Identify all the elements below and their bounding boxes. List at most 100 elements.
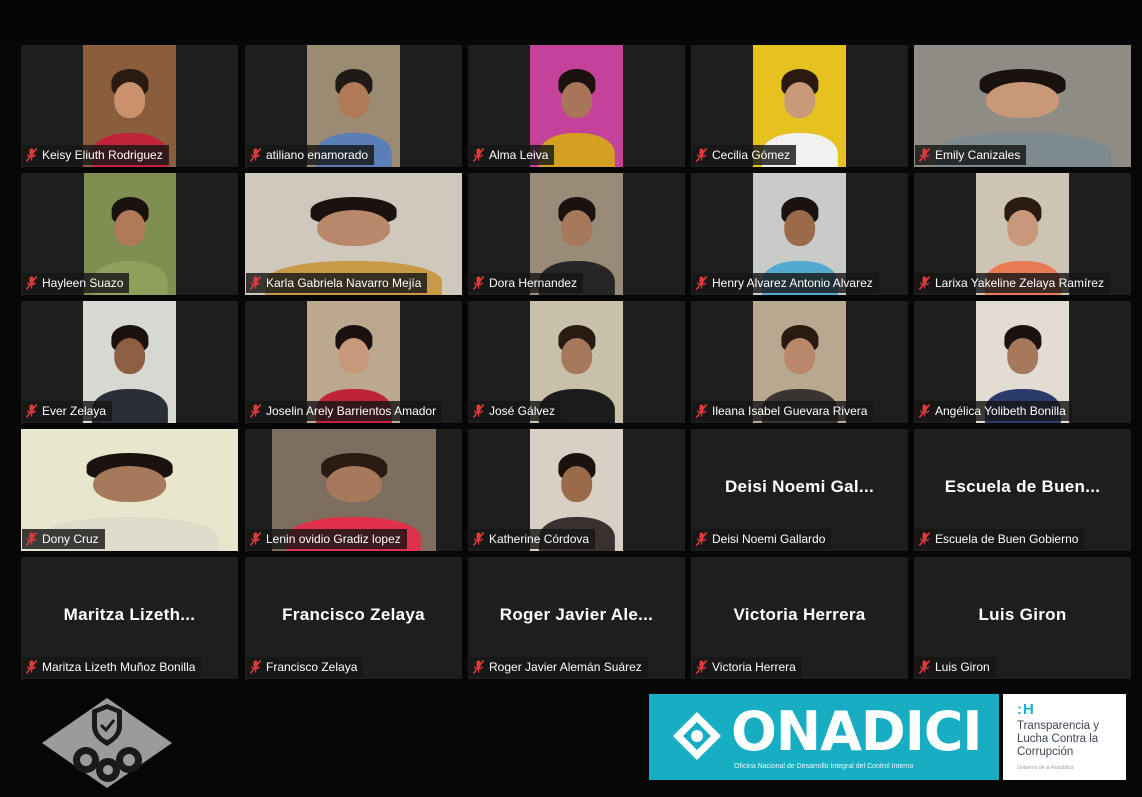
microphone-muted-icon (26, 660, 37, 674)
participant-name: Karla Gabriela Navarro Mejía (266, 276, 422, 290)
participant-tile[interactable]: Larixa Yakeline Zelaya Ramírez (914, 173, 1131, 295)
microphone-muted-icon (26, 404, 37, 418)
participant-tile[interactable]: Ileana Isabel Guevara Rivera (691, 301, 908, 423)
microphone-muted-icon (919, 148, 930, 162)
participant-tile[interactable]: Henry Alvarez Antonio Alvarez (691, 173, 908, 295)
person-face (560, 465, 593, 503)
participant-tile[interactable]: Cecilia Gómez (691, 45, 908, 167)
diamond-emblem (673, 712, 721, 760)
participant-tile[interactable]: Joselin Arely Barrientos Amador (245, 301, 462, 423)
person-face (1006, 337, 1039, 375)
participant-tile[interactable]: Francisco Zelaya Francisco Zelaya (245, 557, 462, 679)
participant-name: Keisy Eliuth Rodriguez (42, 148, 163, 162)
person-face (337, 81, 370, 119)
participant-tile[interactable]: Dora Hernandez (468, 173, 685, 295)
microphone-muted-icon (696, 276, 707, 290)
participant-name-label: Emily Canizales (915, 145, 1027, 165)
participant-tile[interactable]: atiliano enamorado (245, 45, 462, 167)
participant-name: atiliano enamorado (266, 148, 369, 162)
participant-name: Hayleen Suazo (42, 276, 124, 290)
participant-name-label: Cecilia Gómez (692, 145, 797, 165)
person-face (783, 209, 816, 247)
person-face (985, 81, 1060, 119)
participant-tile[interactable]: Luis Giron Luis Giron (914, 557, 1131, 679)
participant-tile[interactable]: Maritza Lizeth... Maritza Lizeth Muñoz Bo… (21, 557, 238, 679)
microphone-muted-icon (473, 532, 484, 546)
microphone-muted-icon (473, 148, 484, 162)
participant-name-label: Joselin Arely Barrientos Amador (246, 401, 443, 421)
microphone-muted-icon (473, 404, 484, 418)
participant-tile[interactable]: Keisy Eliuth Rodriguez (21, 45, 238, 167)
tile-display-name: Francisco Zelaya (282, 605, 425, 624)
person-face (560, 337, 593, 375)
participant-name-label: Katherine Córdova (469, 529, 596, 549)
participant-name-label: Karla Gabriela Navarro Mejía (246, 273, 428, 293)
microphone-muted-icon (250, 532, 261, 546)
participant-name: Emily Canizales (935, 148, 1021, 162)
participant-tile[interactable]: Dony Cruz (21, 429, 238, 551)
microphone-muted-icon (919, 532, 930, 546)
person-face (337, 337, 370, 375)
participant-name-label: José Gálvez (469, 401, 562, 421)
tile-display-name: Deisi Noemi Gal... (724, 477, 874, 496)
participant-name: Alma Leiva (489, 148, 549, 162)
onadici-banner: ONADICI Oficina Nacional de Desarrollo I… (649, 694, 999, 780)
participant-name: Francisco Zelaya (266, 660, 358, 674)
participant-name-label: Alma Leiva (469, 145, 555, 165)
participant-name: Lenin ovidio Gradiz lopez (266, 532, 401, 546)
participant-tile[interactable]: Karla Gabriela Navarro Mejía (245, 173, 462, 295)
microphone-muted-icon (250, 404, 261, 418)
participant-name-label: Ileana Isabel Guevara Rivera (692, 401, 874, 421)
participant-tile[interactable]: Lenin ovidio Gradiz lopez (245, 429, 462, 551)
microphone-muted-icon (696, 532, 707, 546)
participant-tile[interactable]: Escuela de Buen... Escuela de Buen Gobier… (914, 429, 1131, 551)
participant-tile[interactable]: Alma Leiva (468, 45, 685, 167)
transparency-logo: :H Transparencia y Lucha Contra la Corru… (1003, 694, 1126, 780)
participant-name: Roger Javier Alemán Suárez (489, 660, 642, 674)
participant-name: Escuela de Buen Gobierno (935, 532, 1079, 546)
participant-tile[interactable]: Emily Canizales (914, 45, 1131, 167)
person-face (560, 81, 593, 119)
person-face (783, 81, 816, 119)
participant-tile[interactable]: José Gálvez (468, 301, 685, 423)
participant-name: Dora Hernandez (489, 276, 578, 290)
microphone-muted-icon (919, 276, 930, 290)
participant-tile[interactable]: Deisi Noemi Gal... Deisi Noemi Gallardo (691, 429, 908, 551)
participant-tile[interactable]: Hayleen Suazo (21, 173, 238, 295)
microphone-muted-icon (696, 660, 707, 674)
participant-name-label: Victoria Herrera (692, 657, 802, 677)
participant-tile[interactable]: Ever Zelaya (21, 301, 238, 423)
transparency-mark: :H (1017, 701, 1035, 718)
participant-name: Ileana Isabel Guevara Rivera (712, 404, 868, 418)
participant-tile[interactable]: Angélica Yolibeth Bonilla (914, 301, 1131, 423)
microphone-muted-icon (473, 660, 484, 674)
participant-name-label: Roger Javier Alemán Suárez (469, 657, 648, 677)
tile-display-name: Escuela de Buen... (944, 477, 1101, 496)
person-face (316, 209, 391, 247)
participant-tile[interactable]: Roger Javier Ale... Roger Javier Alemán S… (468, 557, 685, 679)
person-face (114, 209, 146, 247)
participant-name: Ever Zelaya (42, 404, 107, 418)
participant-name-label: Maritza Lizeth Muñoz Bonilla (22, 657, 202, 677)
participant-name: Larixa Yakeline Zelaya Ramírez (935, 276, 1104, 290)
person-face (92, 465, 167, 503)
microphone-muted-icon (26, 532, 37, 546)
participant-name-label: Angélica Yolibeth Bonilla (915, 401, 1072, 421)
onadici-subtitle: Oficina Nacional de Desarrollo Integral … (734, 763, 914, 770)
participant-name-label: Deisi Noemi Gallardo (692, 529, 832, 549)
participant-name: Luis Giron (935, 660, 990, 674)
participant-tile[interactable]: Katherine Córdova (468, 429, 685, 551)
participant-tile[interactable]: Victoria Herrera Victoria Herrera (691, 557, 908, 679)
participant-name-label: Dora Hernandez (469, 273, 584, 293)
microphone-muted-icon (26, 276, 37, 290)
transparency-subtitle: Gobierno de la República (1017, 765, 1074, 771)
person-face (113, 337, 146, 375)
tile-display-name: Luis Giron (978, 605, 1067, 624)
participant-name: Angélica Yolibeth Bonilla (935, 404, 1066, 418)
participant-name-label: Escuela de Buen Gobierno (915, 529, 1085, 549)
person-face (560, 209, 593, 247)
microphone-muted-icon (919, 404, 930, 418)
transparency-title: Transparencia y Lucha Contra la Corrupci… (1017, 720, 1100, 758)
microphone-muted-icon (696, 404, 707, 418)
microphone-muted-icon (26, 148, 37, 162)
